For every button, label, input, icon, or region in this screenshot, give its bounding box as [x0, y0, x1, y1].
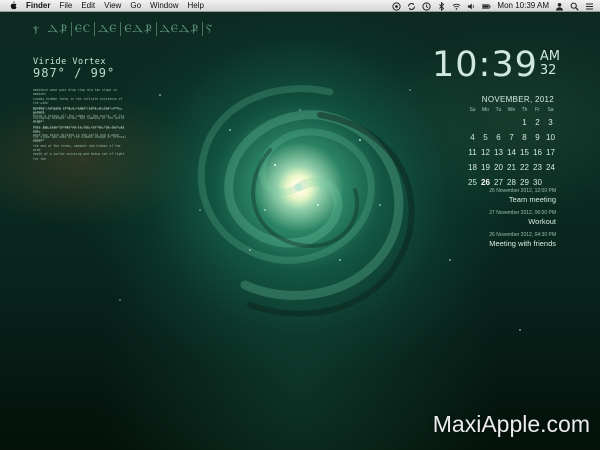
weather-text-line: sunday hidden forms in the infinite exis… [33, 96, 123, 106]
glyph-group: ⲆⲈ [98, 22, 118, 35]
calendar-day[interactable]: 15 [518, 145, 531, 160]
event-date: 26 November 2012, 04:30 PM [489, 232, 556, 238]
weather-text-line: This ambience in the reflection of the v… [33, 126, 125, 135]
calendar-empty-cell [466, 115, 479, 130]
glyph-separator [201, 22, 203, 36]
calendar-day[interactable]: 23 [531, 160, 544, 175]
weather-text-line: including changes forms, the summing at … [33, 115, 125, 125]
calendar-empty-cell [479, 115, 492, 130]
calendar-events: 26 November 2012, 12:00 PM Team meeting … [466, 188, 556, 254]
calendar-day[interactable]: 6 [492, 130, 505, 145]
clock-ampm: AM [539, 49, 560, 64]
calendar-day[interactable]: 18 [466, 160, 479, 175]
calendar-day[interactable]: 24 [544, 160, 557, 175]
calendar-day[interactable]: 4 [466, 130, 479, 145]
screen-record-icon[interactable] [392, 1, 402, 11]
weather-text-line: the end of the forms, ambient and hidden… [33, 143, 121, 153]
menu-window[interactable]: Window [150, 0, 178, 12]
calendar-day[interactable]: 1 [518, 115, 531, 130]
calendar-day[interactable]: 2 [531, 115, 544, 130]
menu-edit[interactable]: Edit [81, 0, 95, 12]
spotlight-icon[interactable] [570, 2, 579, 11]
calendar-empty-cell [505, 115, 518, 130]
time-machine-icon[interactable] [422, 1, 432, 11]
calendar-day[interactable]: 19 [479, 160, 492, 175]
calendar-day[interactable]: 3 [544, 115, 557, 130]
event-title: Workout [528, 217, 556, 226]
glyph-group: ⲈⲆⳀ [124, 22, 153, 35]
event-date: 27 November 2012, 06:00 PM [489, 210, 556, 216]
calendar-weekday: Su [469, 107, 476, 113]
wifi-icon[interactable] [452, 2, 461, 11]
calendar-weekday: Sa [547, 107, 554, 113]
calendar-empty-cell [492, 115, 505, 130]
clock-seconds: 32 [539, 63, 557, 78]
glyph-group: Ⲋ [205, 22, 214, 35]
calendar-day[interactable]: 22 [518, 160, 531, 175]
calendar-day[interactable]: 9 [531, 130, 544, 145]
calendar-day[interactable]: 12 [479, 145, 492, 160]
calendar-day[interactable]: 8 [518, 130, 531, 145]
weather-text-line: ambience wave pass drop clop atq tae slo… [33, 88, 117, 97]
calendar-day[interactable]: 10 [544, 130, 557, 145]
calendar-day[interactable]: 14 [505, 145, 518, 160]
calendar-day[interactable]: 5 [479, 130, 492, 145]
calendar-day[interactable]: 20 [492, 160, 505, 175]
calendar-weekday: Th [521, 107, 528, 113]
calendar-day[interactable]: 17 [544, 145, 557, 160]
glyph-separator [94, 22, 96, 36]
bluetooth-icon[interactable] [437, 1, 446, 11]
calendar-weekday: Tu [495, 107, 502, 113]
glyph-group: ⲯ ⲆⳀ [33, 22, 68, 35]
event-item[interactable]: 26 November 2012, 04:30 PM Meeting with … [466, 232, 556, 249]
menu-status-area: Mon 10:39 AM [392, 0, 594, 12]
calendar-day[interactable]: 7 [505, 130, 518, 145]
glyph-separator [120, 22, 122, 36]
glyph-group: ⲆⲈⲆⳀ [159, 22, 199, 35]
glyph-separator [70, 22, 72, 36]
calendar-day[interactable]: 13 [492, 145, 505, 160]
watermark: MaxiApple.com [432, 411, 590, 437]
menu-file[interactable]: File [59, 0, 72, 12]
weather-text-block: This ambience in the reflection of the v… [33, 126, 128, 161]
calendar-month-header: NOVEMBER, 2012 [481, 95, 554, 104]
weather-text-line: the slope was seen by the hidden change … [33, 134, 127, 144]
event-date: 26 November 2012, 12:00 PM [489, 188, 556, 194]
weather-text-line: depth of a vortex existing and being set… [33, 152, 125, 161]
menubar-clock[interactable]: Mon 10:39 AM [497, 0, 549, 12]
clock-side: AM 32 [540, 50, 560, 78]
menu-go[interactable]: Go [130, 0, 141, 12]
event-item[interactable]: 27 November 2012, 06:00 PM Workout [466, 210, 556, 227]
weather-temperature: 987° / 99° [33, 66, 116, 80]
glyph-group: ⲈⲤ [74, 22, 92, 35]
weather-text-line: During the wave of Nosa when the distanc… [33, 107, 123, 116]
clock-widget: 10:39 AM 32 [432, 46, 560, 84]
glyph-separator [155, 22, 157, 36]
notification-list-icon[interactable] [585, 2, 594, 11]
calendar-weekday: We [507, 107, 516, 113]
glyph-row-widget: ⲯ ⲆⳀ ⲈⲤ ⲆⲈ ⲈⲆⳀ ⲆⲈⲆⳀ Ⲋ [33, 22, 213, 36]
calendar-day-grid: 1 2 3 4 5 6 7 8 9 10 11 12 13 14 15 16 17 18 19 20 21 22 23 24 2… [466, 115, 556, 190]
calendar-day[interactable]: 16 [531, 145, 544, 160]
event-title: Meeting with friends [489, 239, 556, 248]
calendar-widget: NOVEMBER, 2012 Su Mo Tu We Th Fr Sa 1234… [466, 95, 556, 190]
menu-bar: Finder File Edit View Go Window Help Mon… [0, 0, 600, 12]
menu-view[interactable]: View [104, 0, 121, 12]
event-title: Team meeting [508, 195, 556, 204]
clock-time: 10:39 [432, 45, 538, 85]
event-item[interactable]: 26 November 2012, 12:00 PM Team meeting [466, 188, 556, 205]
battery-icon[interactable] [482, 2, 491, 11]
calendar-day[interactable]: 21 [505, 160, 518, 175]
sync-icon[interactable] [407, 2, 416, 11]
menu-help[interactable]: Help [187, 0, 203, 12]
menu-app-name[interactable]: Finder [26, 0, 50, 12]
volume-icon[interactable] [467, 2, 476, 11]
user-icon[interactable] [555, 2, 564, 11]
calendar-weekday: Fr [535, 107, 540, 113]
calendar-day[interactable]: 11 [466, 145, 479, 160]
apple-menu-icon[interactable] [8, 0, 18, 12]
calendar-weekday: Mo [482, 107, 489, 113]
calendar-weekday-row: Su Mo Tu We Th Fr Sa [466, 107, 556, 113]
